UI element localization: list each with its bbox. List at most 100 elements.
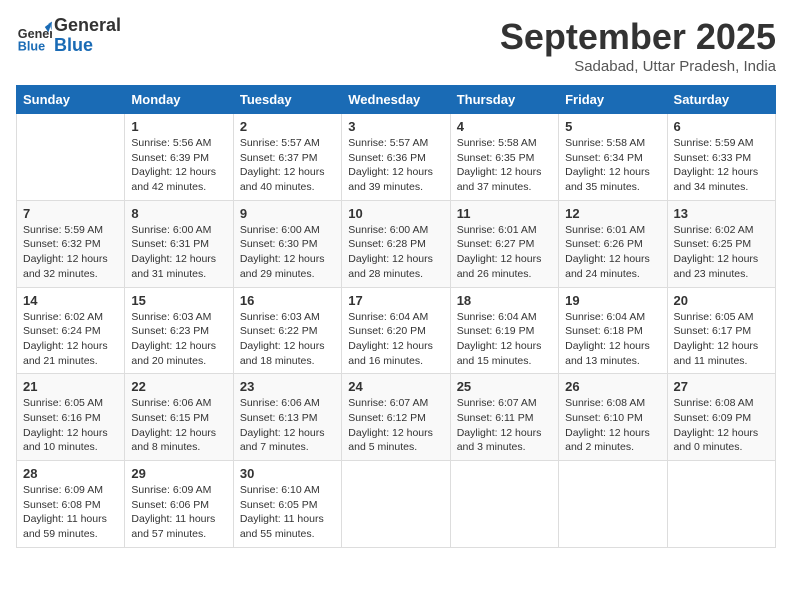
day-info: Sunrise: 6:04 AM Sunset: 6:20 PM Dayligh… [348,310,443,369]
calendar-cell: 28 Sunrise: 6:09 AM Sunset: 6:08 PM Dayli… [17,461,125,548]
day-info: Sunrise: 6:00 AM Sunset: 6:30 PM Dayligh… [240,223,335,282]
calendar-cell: 24Sunrise: 6:07 AM Sunset: 6:12 PM Dayli… [342,374,450,461]
day-number: 13 [674,206,769,221]
calendar-cell: 23 Sunrise: 6:06 AM Sunset: 6:13 PM Dayli… [233,374,341,461]
day-number: 10 [348,206,443,221]
day-info: Sunrise: 6:07 AM Sunset: 6:11 PM Dayligh… [457,396,552,455]
day-number: 27 [674,379,769,394]
day-number: 8 [131,206,226,221]
day-info: Sunrise: 6:09 AM Sunset: 6:08 PM Dayligh… [23,483,118,542]
calendar-cell: 6Sunrise: 5:59 AM Sunset: 6:33 PM Daylig… [667,114,775,201]
day-info: Sunrise: 5:57 AM Sunset: 6:37 PM Dayligh… [240,136,335,195]
calendar-table: SundayMondayTuesdayWednesdayThursdayFrid… [16,85,776,548]
calendar-cell: 4 Sunrise: 5:58 AM Sunset: 6:35 PM Daylig… [450,114,558,201]
calendar-cell [17,114,125,201]
day-number: 28 [23,466,118,481]
day-number: 25 [457,379,552,394]
calendar-cell: 1Sunrise: 5:56 AM Sunset: 6:39 PM Daylig… [125,114,233,201]
day-info: Sunrise: 6:02 AM Sunset: 6:24 PM Dayligh… [23,310,118,369]
day-info: Sunrise: 6:04 AM Sunset: 6:18 PM Dayligh… [565,310,660,369]
day-info: Sunrise: 6:05 AM Sunset: 6:16 PM Dayligh… [23,396,118,455]
day-info: Sunrise: 6:00 AM Sunset: 6:28 PM Dayligh… [348,223,443,282]
header-wednesday: Wednesday [342,86,450,114]
day-number: 6 [674,119,769,134]
day-info: Sunrise: 6:08 AM Sunset: 6:09 PM Dayligh… [674,396,769,455]
day-info: Sunrise: 6:05 AM Sunset: 6:17 PM Dayligh… [674,310,769,369]
day-info: Sunrise: 5:57 AM Sunset: 6:36 PM Dayligh… [348,136,443,195]
day-number: 16 [240,293,335,308]
day-info: Sunrise: 6:08 AM Sunset: 6:10 PM Dayligh… [565,396,660,455]
header-tuesday: Tuesday [233,86,341,114]
week-row-0: 1Sunrise: 5:56 AM Sunset: 6:39 PM Daylig… [17,114,776,201]
location-subtitle: Sadabad, Uttar Pradesh, India [500,58,776,75]
day-number: 7 [23,206,118,221]
day-info: Sunrise: 5:58 AM Sunset: 6:34 PM Dayligh… [565,136,660,195]
week-row-3: 21 Sunrise: 6:05 AM Sunset: 6:16 PM Dayli… [17,374,776,461]
title-block: September 2025 Sadabad, Uttar Pradesh, I… [500,16,776,75]
calendar-cell: 27 Sunrise: 6:08 AM Sunset: 6:09 PM Dayli… [667,374,775,461]
calendar-cell [559,461,667,548]
calendar-cell: 20 Sunrise: 6:05 AM Sunset: 6:17 PM Dayli… [667,287,775,374]
day-number: 15 [131,293,226,308]
day-number: 12 [565,206,660,221]
calendar-cell: 7Sunrise: 5:59 AM Sunset: 6:32 PM Daylig… [17,200,125,287]
page-header: General Blue General Blue September 2025… [16,16,776,75]
day-info: Sunrise: 6:02 AM Sunset: 6:25 PM Dayligh… [674,223,769,282]
header-thursday: Thursday [450,86,558,114]
day-number: 24 [348,379,443,394]
calendar-cell: 14 Sunrise: 6:02 AM Sunset: 6:24 PM Dayli… [17,287,125,374]
calendar-cell: 12 Sunrise: 6:01 AM Sunset: 6:26 PM Dayli… [559,200,667,287]
day-number: 29 [131,466,226,481]
header-saturday: Saturday [667,86,775,114]
day-number: 26 [565,379,660,394]
day-number: 23 [240,379,335,394]
calendar-cell: 29Sunrise: 6:09 AM Sunset: 6:06 PM Dayli… [125,461,233,548]
day-number: 17 [348,293,443,308]
day-info: Sunrise: 6:03 AM Sunset: 6:22 PM Dayligh… [240,310,335,369]
day-number: 30 [240,466,335,481]
calendar-cell: 18 Sunrise: 6:04 AM Sunset: 6:19 PM Dayli… [450,287,558,374]
day-number: 18 [457,293,552,308]
week-row-4: 28 Sunrise: 6:09 AM Sunset: 6:08 PM Dayli… [17,461,776,548]
day-number: 20 [674,293,769,308]
day-number: 19 [565,293,660,308]
header-row: SundayMondayTuesdayWednesdayThursdayFrid… [17,86,776,114]
calendar-cell: 11 Sunrise: 6:01 AM Sunset: 6:27 PM Dayli… [450,200,558,287]
day-number: 22 [131,379,226,394]
calendar-cell: 19 Sunrise: 6:04 AM Sunset: 6:18 PM Dayli… [559,287,667,374]
day-info: Sunrise: 6:04 AM Sunset: 6:19 PM Dayligh… [457,310,552,369]
calendar-cell [667,461,775,548]
day-info: Sunrise: 5:58 AM Sunset: 6:35 PM Dayligh… [457,136,552,195]
svg-text:Blue: Blue [18,39,45,53]
calendar-cell: 10 Sunrise: 6:00 AM Sunset: 6:28 PM Dayli… [342,200,450,287]
day-info: Sunrise: 6:00 AM Sunset: 6:31 PM Dayligh… [131,223,226,282]
day-number: 1 [131,119,226,134]
header-sunday: Sunday [17,86,125,114]
day-number: 21 [23,379,118,394]
calendar-cell: 2Sunrise: 5:57 AM Sunset: 6:37 PM Daylig… [233,114,341,201]
calendar-cell: 17 Sunrise: 6:04 AM Sunset: 6:20 PM Dayli… [342,287,450,374]
day-info: Sunrise: 6:01 AM Sunset: 6:26 PM Dayligh… [565,223,660,282]
day-info: Sunrise: 6:06 AM Sunset: 6:15 PM Dayligh… [131,396,226,455]
calendar-cell [342,461,450,548]
calendar-cell: 3 Sunrise: 5:57 AM Sunset: 6:36 PM Daylig… [342,114,450,201]
calendar-cell [450,461,558,548]
calendar-cell: 8 Sunrise: 6:00 AM Sunset: 6:31 PM Daylig… [125,200,233,287]
calendar-cell: 16 Sunrise: 6:03 AM Sunset: 6:22 PM Dayli… [233,287,341,374]
day-info: Sunrise: 6:01 AM Sunset: 6:27 PM Dayligh… [457,223,552,282]
logo: General Blue General Blue [16,16,121,56]
day-info: Sunrise: 6:06 AM Sunset: 6:13 PM Dayligh… [240,396,335,455]
day-number: 14 [23,293,118,308]
calendar-cell: 9 Sunrise: 6:00 AM Sunset: 6:30 PM Daylig… [233,200,341,287]
day-number: 9 [240,206,335,221]
calendar-cell: 22 Sunrise: 6:06 AM Sunset: 6:15 PM Dayli… [125,374,233,461]
calendar-cell: 25 Sunrise: 6:07 AM Sunset: 6:11 PM Dayli… [450,374,558,461]
day-info: Sunrise: 6:10 AM Sunset: 6:05 PM Dayligh… [240,483,335,542]
calendar-cell: 15 Sunrise: 6:03 AM Sunset: 6:23 PM Dayli… [125,287,233,374]
day-number: 11 [457,206,552,221]
day-number: 3 [348,119,443,134]
day-number: 4 [457,119,552,134]
calendar-cell: 26 Sunrise: 6:08 AM Sunset: 6:10 PM Dayli… [559,374,667,461]
logo-icon: General Blue [16,18,52,54]
day-info: Sunrise: 6:03 AM Sunset: 6:23 PM Dayligh… [131,310,226,369]
